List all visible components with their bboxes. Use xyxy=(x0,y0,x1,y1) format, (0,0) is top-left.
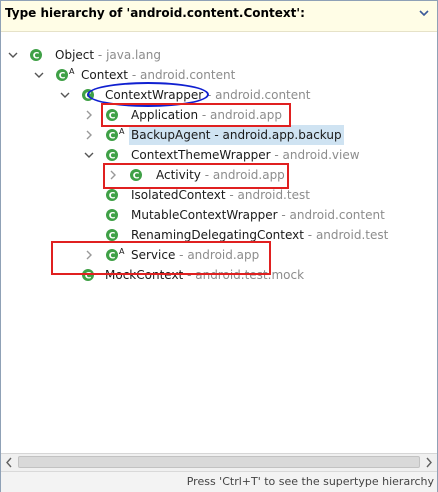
tree-item-package: android.content xyxy=(215,88,311,102)
class-icon: C xyxy=(106,149,118,162)
collapsed-chevron-icon[interactable] xyxy=(83,129,95,141)
collapsed-chevron-icon[interactable] xyxy=(107,169,119,181)
popup-header: Type hierarchy of 'android.content.Conte… xyxy=(1,1,437,32)
tree-item-package: android.test xyxy=(315,228,389,242)
svg-text:C: C xyxy=(109,132,116,142)
tree-item-label: Activity xyxy=(156,168,201,182)
svg-text:C: C xyxy=(109,252,116,262)
scroll-left-icon[interactable] xyxy=(1,454,17,471)
svg-text:C: C xyxy=(85,92,92,102)
svg-text:C: C xyxy=(109,192,116,202)
svg-text:C: C xyxy=(133,172,140,182)
tree-item-package: android.test xyxy=(237,188,310,202)
tree-item-package: android.app.backup xyxy=(222,128,342,142)
horizontal-scrollbar[interactable] xyxy=(1,453,437,471)
tree-item-label: Object xyxy=(55,48,95,62)
svg-text:C: C xyxy=(109,232,116,242)
class-icon: C xyxy=(82,89,94,102)
abstract-marker-icon: A xyxy=(119,127,125,136)
class-icon: C xyxy=(106,109,118,122)
abstract-class-icon: C xyxy=(56,69,68,82)
svg-text:C: C xyxy=(109,212,116,222)
tree-item-label: Application xyxy=(131,108,199,122)
tree-item-label: ContextWrapper xyxy=(105,88,204,102)
abstract-marker-icon: A xyxy=(69,67,75,76)
tree-item-package: android.content xyxy=(289,208,385,222)
chevron-down-icon[interactable] xyxy=(418,7,430,19)
tree-item-package: android.app xyxy=(212,168,285,182)
tree-item-package: android.app xyxy=(210,108,282,122)
abstract-marker-icon: A xyxy=(119,247,125,256)
abstract-class-icon: C xyxy=(106,249,118,262)
selected-item: BackupAgent - android.app.backup xyxy=(129,125,344,145)
scrollbar-thumb[interactable] xyxy=(18,456,420,468)
status-bar: Press 'Ctrl+T' to see the supertype hier… xyxy=(1,471,437,492)
tree-item-package: android.app xyxy=(187,248,260,262)
status-hint: Press 'Ctrl+T' to see the supertype hier… xyxy=(186,475,434,488)
tree-item-label: RenamingDelegatingContext xyxy=(131,228,304,242)
collapsed-chevron-icon[interactable] xyxy=(83,249,95,261)
scroll-right-icon[interactable] xyxy=(421,454,437,471)
expanded-chevron-icon[interactable] xyxy=(83,149,95,161)
svg-text:C: C xyxy=(33,52,40,62)
svg-text:C: C xyxy=(109,152,116,162)
class-icon: C xyxy=(106,209,118,222)
tree-item-package: java.lang xyxy=(106,48,161,62)
collapsed-chevron-icon[interactable] xyxy=(83,109,95,121)
type-hierarchy-popup: Type hierarchy of 'android.content.Conte… xyxy=(0,0,438,492)
tree-item-label: BackupAgent xyxy=(131,128,211,142)
svg-text:C: C xyxy=(85,272,92,282)
tree-item-package: android.view xyxy=(282,148,360,162)
tree-item-label: IsolatedContext xyxy=(131,188,226,202)
class-icon: C xyxy=(82,269,94,282)
tree-item-label: MockContext xyxy=(105,268,184,282)
expanded-chevron-icon[interactable] xyxy=(7,49,19,61)
expanded-chevron-icon[interactable] xyxy=(33,69,45,81)
popup-title: Type hierarchy of 'android.content.Conte… xyxy=(5,6,305,20)
tree-item-package: android.test.mock xyxy=(195,268,305,282)
tree-item-package: android.content xyxy=(139,68,236,82)
hierarchy-tree: C Object - java.lang C A Context - andro… xyxy=(1,45,437,453)
svg-text:C: C xyxy=(109,112,116,122)
svg-text:C: C xyxy=(59,72,66,82)
class-icon: C xyxy=(130,169,142,182)
expanded-chevron-icon[interactable] xyxy=(59,89,71,101)
abstract-class-icon: C xyxy=(106,129,118,142)
class-icon: C xyxy=(106,229,118,242)
class-icon: C xyxy=(30,49,42,62)
tree-item-label: MutableContextWrapper xyxy=(131,208,278,222)
tree-item-label: ContextThemeWrapper xyxy=(131,148,271,162)
tree-item-label: Context xyxy=(81,68,129,82)
class-icon: C xyxy=(106,189,118,202)
tree-item-label: Service xyxy=(131,248,176,262)
